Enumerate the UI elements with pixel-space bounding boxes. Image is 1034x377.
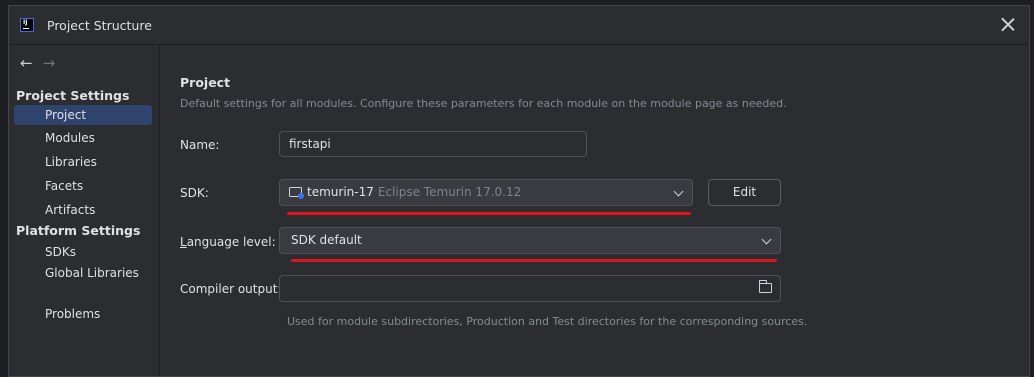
title-bar: IJ Project Structure (9, 6, 1029, 45)
sdk-name: temurin-17 (307, 185, 374, 199)
sdk-folder-icon (289, 187, 304, 199)
sdk-label: SDK: (180, 186, 209, 200)
sidebar-item-artifacts[interactable]: Artifacts (14, 200, 152, 220)
page-description: Default settings for all modules. Config… (180, 97, 787, 110)
sidebar-item-facets[interactable]: Facets (14, 176, 152, 196)
forward-arrow-icon[interactable]: → (43, 54, 56, 72)
close-icon[interactable] (1001, 17, 1015, 31)
sdk-dropdown[interactable]: temurin-17 Eclipse Temurin 17.0.12 (279, 179, 693, 206)
sdk-detail: Eclipse Temurin 17.0.12 (377, 185, 522, 199)
background-editor-edge (0, 0, 8, 377)
project-settings-header: Project Settings (16, 88, 130, 103)
sidebar-item-modules[interactable]: Modules (14, 128, 152, 148)
language-level-dropdown[interactable]: SDK default (279, 227, 781, 254)
compiler-output-input[interactable] (279, 275, 781, 302)
language-level-value: SDK default (291, 233, 362, 247)
compiler-output-hint: Used for module subdirectories, Producti… (287, 315, 808, 328)
chevron-down-icon (673, 186, 684, 197)
name-input[interactable]: firstapi (279, 131, 587, 157)
sidebar: ← → Project Settings Project Modules Libr… (9, 45, 160, 376)
sidebar-item-libraries[interactable]: Libraries (14, 152, 152, 172)
project-structure-dialog: IJ Project Structure ← → Project Settings… (8, 5, 1030, 377)
page-title: Project (180, 75, 231, 90)
back-arrow-icon[interactable]: ← (20, 54, 33, 72)
nav-arrows: ← → (20, 54, 55, 72)
platform-settings-header: Platform Settings (16, 223, 141, 238)
language-level-label: Language level: (180, 235, 276, 249)
window-title: Project Structure (47, 18, 152, 33)
project-settings-panel: Project Default settings for all modules… (161, 45, 1029, 376)
sidebar-item-project[interactable]: Project (14, 105, 152, 125)
name-label: Name: (180, 138, 220, 152)
sidebar-item-problems[interactable]: Problems (14, 304, 152, 324)
edit-button[interactable]: Edit (708, 179, 781, 206)
annotation-underline-language-level (291, 259, 777, 262)
compiler-output-label: Compiler output: (180, 282, 282, 296)
browse-folder-icon[interactable] (759, 280, 772, 293)
intellij-logo-icon: IJ (20, 18, 34, 32)
sidebar-item-global-libraries[interactable]: Global Libraries (14, 263, 152, 283)
sidebar-item-sdks[interactable]: SDKs (14, 242, 152, 262)
annotation-underline-sdk (287, 212, 691, 215)
chevron-down-icon (761, 234, 772, 245)
